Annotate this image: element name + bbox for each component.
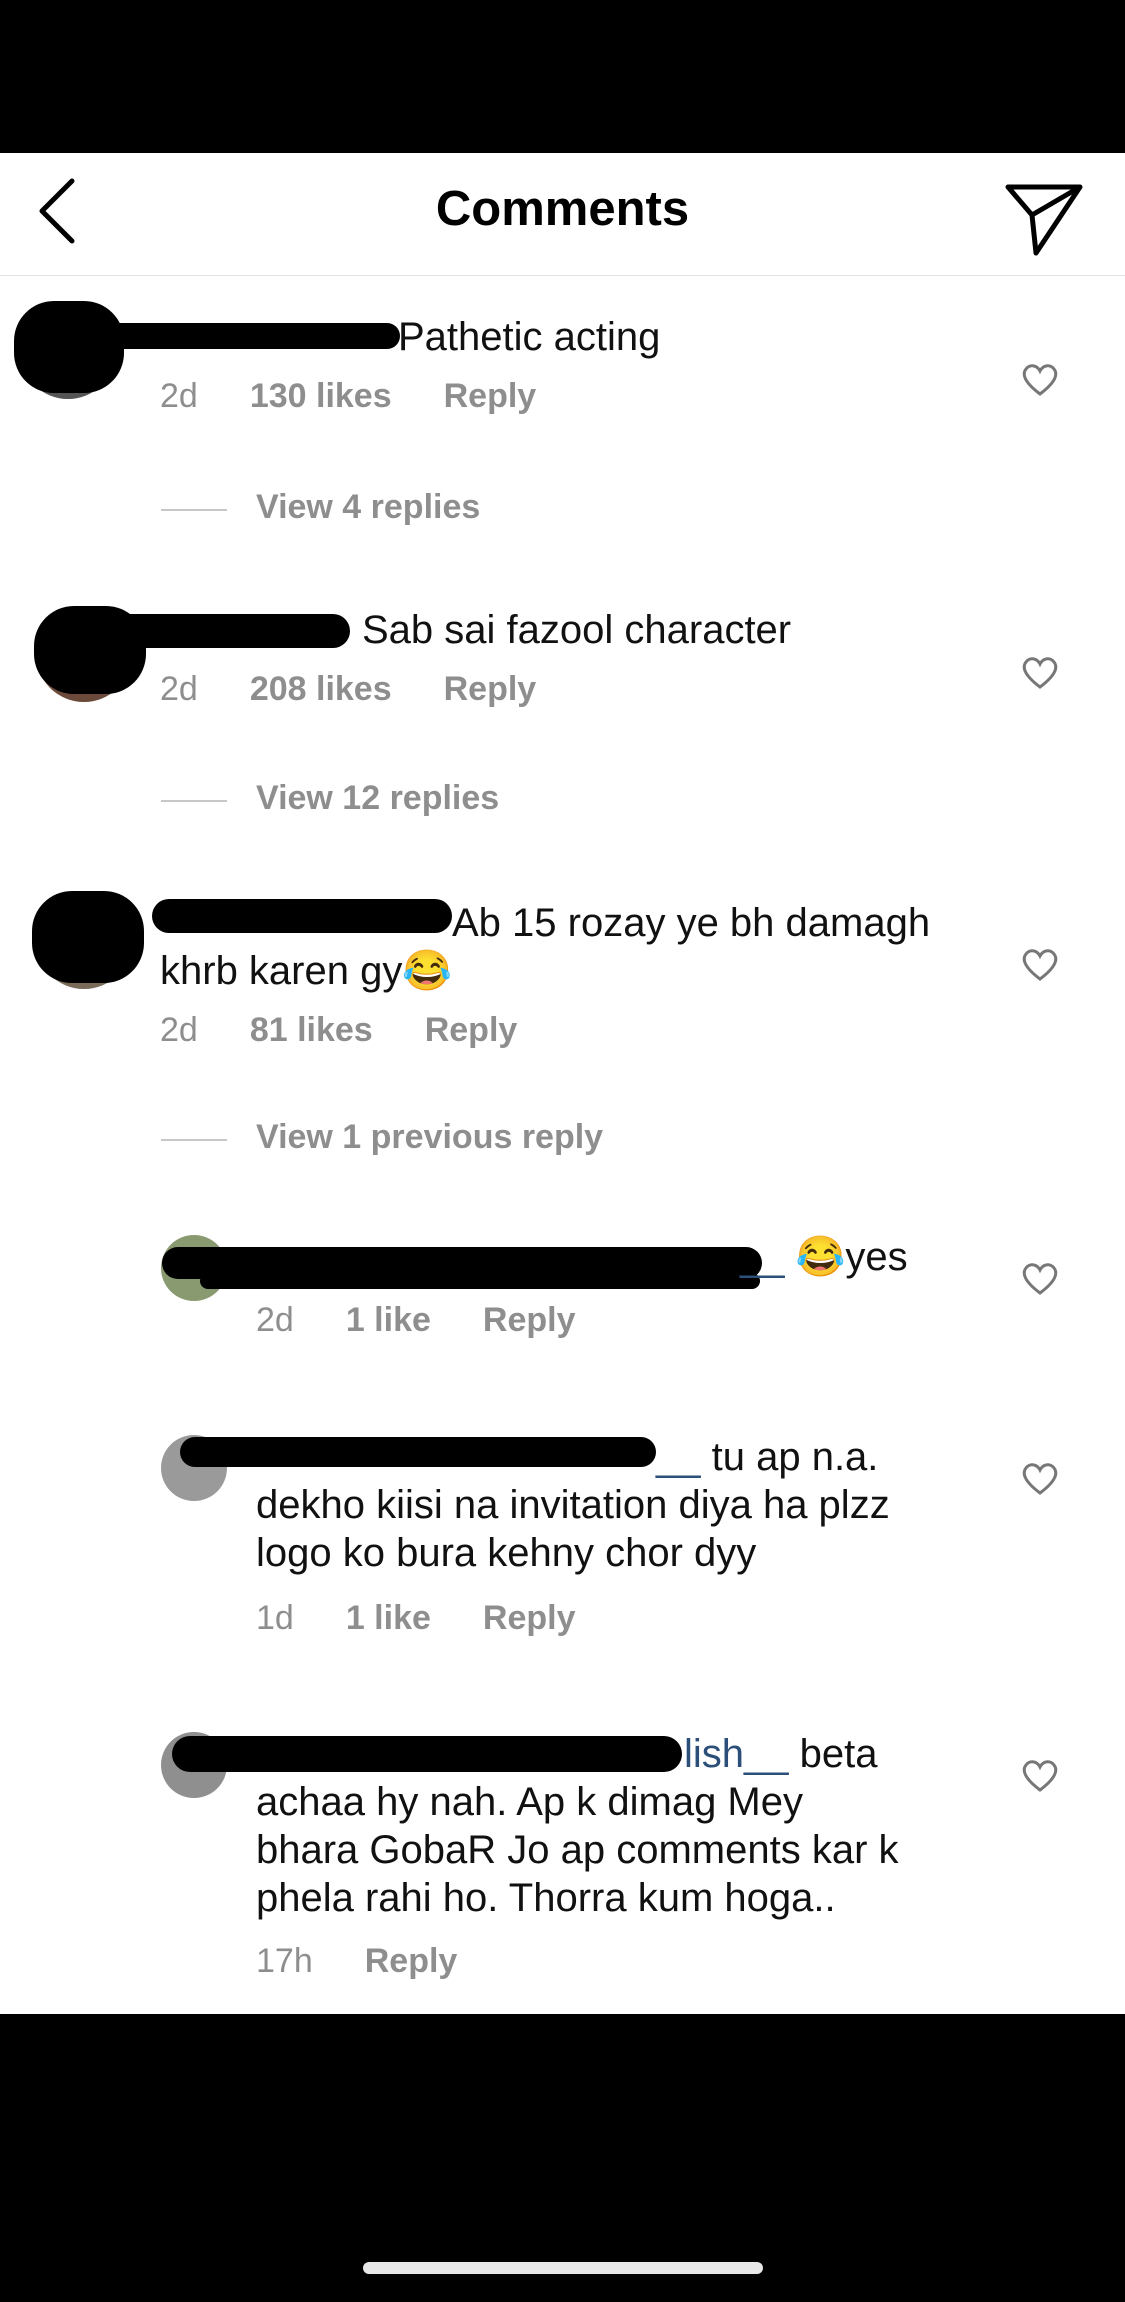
reply-button[interactable]: Reply (483, 1301, 576, 1340)
reply-text-line: phela rahi ho. Thorra kum hoga.. (256, 1876, 836, 1920)
reply-meta: 2d 1 like Reply (256, 1301, 628, 1340)
comment-text: Pathetic acting (398, 315, 661, 359)
divider (161, 1139, 227, 1141)
divider (161, 800, 227, 802)
header: Comments (0, 153, 1125, 276)
reply-text-line: __ tu ap n.a. (656, 1435, 879, 1479)
reply-button[interactable]: Reply (444, 377, 537, 416)
home-indicator[interactable] (363, 2262, 763, 2274)
status-bar (0, 0, 1125, 153)
comment-meta: 2d 81 likes Reply (160, 1011, 569, 1050)
mention-link[interactable]: __ (656, 1435, 701, 1479)
redaction-scribble (110, 614, 350, 648)
comment-time: 2d (160, 377, 198, 415)
reply-text-line: dekho kiisi na invitation diya ha plzz (256, 1483, 890, 1527)
comment-meta: 2d 208 likes Reply (160, 670, 588, 709)
reply-time: 17h (256, 1942, 313, 1980)
reply-text-line: bhara GobaR Jo ap comments kar k (256, 1828, 899, 1872)
reply-text-line: logo ko bura kehny chor dyy (256, 1531, 757, 1575)
view-replies-button[interactable]: View 12 replies (256, 779, 499, 818)
comment-meta: 2d 130 likes Reply (160, 377, 588, 416)
reply-button[interactable]: Reply (425, 1011, 518, 1050)
likes-count[interactable]: 1 like (346, 1301, 431, 1340)
redaction-scribble (70, 323, 400, 349)
reply-text-line: achaa hy nah. Ap k dimag Mey (256, 1780, 803, 1824)
likes-count[interactable]: 130 likes (250, 377, 392, 416)
heart-outline-icon[interactable] (1020, 1259, 1060, 1299)
redaction-scribble (32, 891, 144, 983)
reply-meta: 17h Reply (256, 1942, 509, 1981)
redaction-scribble (200, 1273, 760, 1289)
heart-outline-icon[interactable] (1020, 653, 1060, 693)
divider (161, 509, 227, 511)
mention-link[interactable]: __ (740, 1235, 785, 1279)
reply-meta: 1d 1 like Reply (256, 1599, 628, 1638)
paper-plane-icon[interactable] (1002, 173, 1086, 257)
redaction-scribble (172, 1736, 682, 1772)
likes-count[interactable]: 1 like (346, 1599, 431, 1638)
reply-button[interactable]: Reply (444, 670, 537, 709)
heart-outline-icon[interactable] (1020, 1459, 1060, 1499)
comment-text: Sab sai fazool character (362, 608, 792, 652)
reply-time: 1d (256, 1599, 294, 1637)
reply-button[interactable]: Reply (365, 1942, 458, 1981)
reply-time: 2d (256, 1301, 294, 1339)
page-title: Comments (435, 182, 690, 236)
heart-outline-icon[interactable] (1020, 1756, 1060, 1796)
comment-time: 2d (160, 1011, 198, 1049)
comment-time: 2d (160, 670, 198, 708)
heart-outline-icon[interactable] (1020, 945, 1060, 985)
reply-text-line: lish__ beta (684, 1732, 878, 1776)
view-replies-button[interactable]: View 1 previous reply (256, 1118, 603, 1157)
likes-count[interactable]: 81 likes (250, 1011, 373, 1050)
comments-panel: Comments Pathetic acting 2d 130 likes Re… (0, 153, 1125, 2014)
reply-text: __ 😂yes (740, 1235, 908, 1279)
heart-outline-icon[interactable] (1020, 360, 1060, 400)
mention-link[interactable]: lish__ (684, 1732, 789, 1776)
redaction-scribble (180, 1437, 656, 1467)
comment-text-line: khrb karen gy😂 (160, 949, 453, 993)
reply-button[interactable]: Reply (483, 1599, 576, 1638)
likes-count[interactable]: 208 likes (250, 670, 392, 709)
redaction-scribble (152, 899, 452, 933)
comment-text-line: Ab 15 rozay ye bh damagh (452, 901, 931, 945)
view-replies-button[interactable]: View 4 replies (256, 488, 480, 527)
